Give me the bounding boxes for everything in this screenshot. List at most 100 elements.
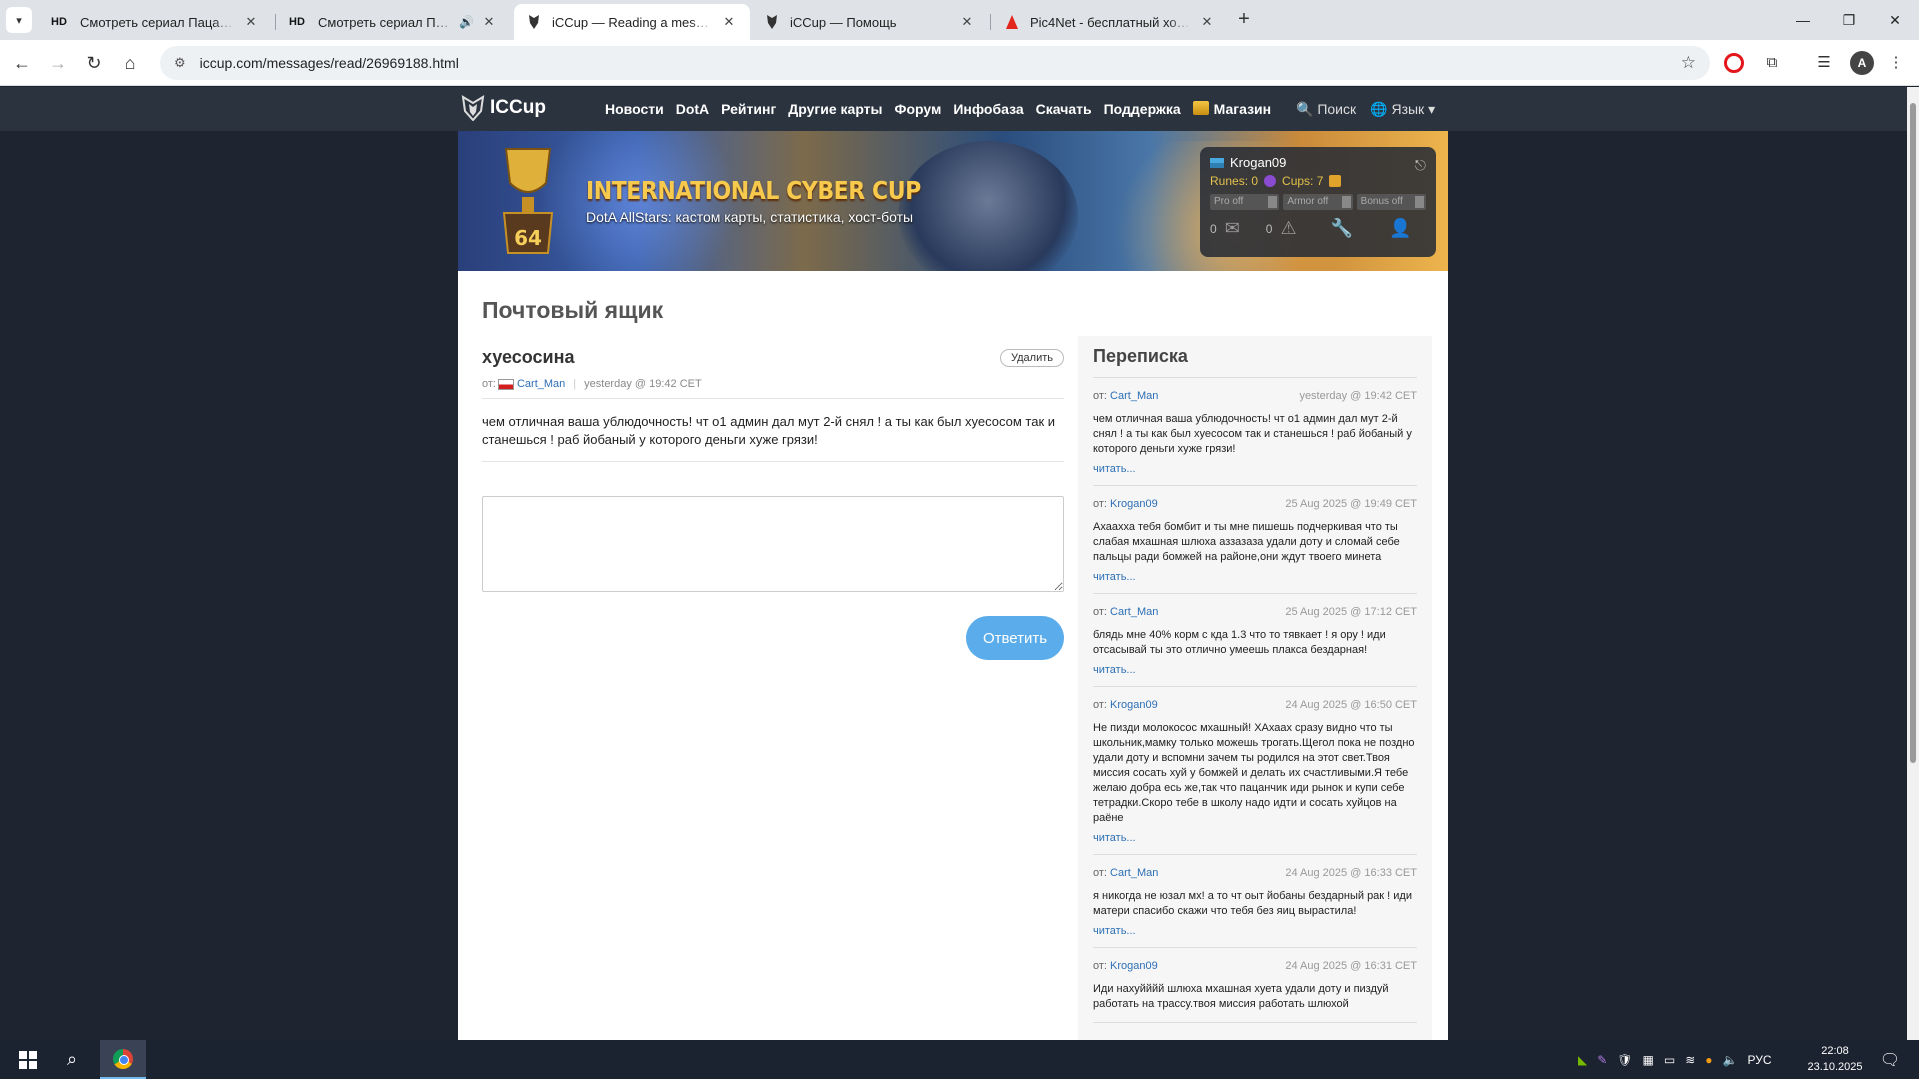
- tab-search-button[interactable]: ▾: [6, 7, 32, 33]
- close-tab-icon[interactable]: ✕: [720, 14, 738, 30]
- address-bar[interactable]: ⚙ iccup.com/messages/read/26969188.html …: [160, 46, 1710, 80]
- browser-tab-active[interactable]: iCCup — Reading a message from ✕: [514, 4, 750, 40]
- nav-download[interactable]: Скачать: [1036, 101, 1092, 117]
- search-label: Поиск: [1317, 100, 1357, 117]
- minimize-icon[interactable]: —: [1780, 6, 1826, 34]
- scrollbar-thumb[interactable]: [1910, 103, 1916, 763]
- wrench-icon[interactable]: 🔧: [1331, 218, 1353, 239]
- nav-infobase[interactable]: Инфобаза: [953, 101, 1023, 117]
- opera-extension-icon[interactable]: [1724, 53, 1744, 73]
- close-tab-icon[interactable]: ✕: [242, 14, 260, 30]
- bonus-toggle[interactable]: Bonus off: [1356, 194, 1426, 210]
- shield-icon[interactable]: 🛡: [1617, 1053, 1632, 1067]
- chrome-taskbar-button[interactable]: [100, 1040, 146, 1079]
- extensions-icon[interactable]: ⧉: [1760, 51, 1784, 75]
- nav-right: 🔍 Поиск 🌐 Язык ▾: [1296, 87, 1435, 131]
- mail-icon[interactable]: ✉: [1225, 218, 1240, 239]
- site-logo[interactable]: ICCup: [460, 95, 546, 121]
- tab-divider: [990, 14, 991, 30]
- notifications-icon[interactable]: 🗨: [1875, 1040, 1905, 1079]
- user-name[interactable]: Krogan09: [1230, 155, 1286, 170]
- tab-title: iCCup — Помощь: [790, 14, 897, 30]
- sender-link[interactable]: Cart_Man: [1110, 867, 1158, 879]
- search-link[interactable]: 🔍 Поиск: [1296, 101, 1356, 118]
- page-scrollbar[interactable]: [1907, 87, 1919, 1040]
- read-more-link[interactable]: читать...: [1093, 832, 1417, 844]
- speaker-icon[interactable]: 🔊: [459, 15, 474, 29]
- user-profile-icon[interactable]: 👤: [1389, 218, 1411, 239]
- sender-link[interactable]: Krogan09: [1110, 960, 1158, 972]
- delete-button[interactable]: Удалить: [1000, 349, 1064, 367]
- windows-start-icon[interactable]: [8, 1040, 48, 1079]
- restore-icon[interactable]: ❐: [1826, 6, 1872, 34]
- read-more-link[interactable]: читать...: [1093, 664, 1417, 676]
- language-dropdown[interactable]: 🌐 Язык ▾: [1370, 101, 1435, 118]
- iccup-favicon-icon: [526, 14, 542, 30]
- nav-forum[interactable]: Форум: [895, 101, 942, 117]
- nav-rating[interactable]: Рейтинг: [721, 101, 776, 117]
- close-window-icon[interactable]: ✕: [1872, 6, 1918, 34]
- browser-tab[interactable]: HD Смотреть сериал Пацаны онлайн ✕: [36, 4, 272, 40]
- browser-tab[interactable]: Pic4Net - бесплатный хостинг ✕: [992, 4, 1228, 40]
- browser-tab[interactable]: HD Смотреть сериал Поколение В 🔊 ✕: [274, 4, 510, 40]
- pen-icon[interactable]: ✎: [1597, 1053, 1607, 1067]
- logout-icon[interactable]: ⎋: [1415, 157, 1426, 174]
- warning-icon[interactable]: ⚠: [1280, 218, 1296, 239]
- battery-icon[interactable]: ▭: [1664, 1053, 1675, 1067]
- update-icon[interactable]: ●: [1705, 1053, 1712, 1067]
- sender-link[interactable]: Cart_Man: [1110, 390, 1158, 402]
- nav-support[interactable]: Поддержка: [1104, 101, 1181, 117]
- reply-button[interactable]: Ответить: [966, 616, 1064, 660]
- pro-toggle[interactable]: Pro off: [1210, 194, 1280, 210]
- home-icon[interactable]: ⌂: [116, 49, 144, 77]
- globe-icon: 🌐: [1370, 100, 1388, 117]
- profile-avatar[interactable]: A: [1850, 51, 1874, 75]
- read-more-link[interactable]: читать...: [1093, 571, 1417, 583]
- url-text: iccup.com/messages/read/26969188.html: [199, 55, 459, 71]
- bookmark-star-icon[interactable]: ☆: [1681, 53, 1696, 73]
- shop-icon: [1192, 101, 1209, 115]
- list-item: от: Krogan09 24 Aug 2025 @ 16:31 CET Иди …: [1093, 948, 1417, 1023]
- chrome-icon: [113, 1048, 133, 1069]
- read-more-link[interactable]: читать...: [1093, 925, 1417, 937]
- close-tab-icon[interactable]: ✕: [480, 14, 498, 30]
- media-control-icon[interactable]: ☰: [1812, 51, 1836, 75]
- nav-shop[interactable]: Магазин: [1192, 101, 1271, 117]
- hd-favicon-icon: HD: [289, 16, 305, 28]
- message-excerpt: блядь мне 40% корм с кда 1.3 что то тявк…: [1093, 629, 1386, 656]
- sender-link[interactable]: Cart_Man: [517, 378, 565, 390]
- sender-link[interactable]: Krogan09: [1110, 699, 1158, 711]
- tab-title: Смотреть сериал Поколение В: [318, 14, 456, 30]
- sender-link[interactable]: Krogan09: [1110, 498, 1158, 510]
- search-icon[interactable]: ⌕: [52, 1040, 92, 1079]
- browser-tab[interactable]: iCCup — Помощь ✕: [752, 4, 988, 40]
- nvidia-icon[interactable]: ◣: [1578, 1053, 1587, 1067]
- volume-icon[interactable]: 🔈: [1723, 1053, 1738, 1067]
- nav-dota[interactable]: DotA: [676, 101, 709, 117]
- nav-other-maps[interactable]: Другие карты: [788, 101, 882, 117]
- menu-dots-icon[interactable]: ⋮: [1884, 51, 1908, 75]
- system-tray: ◣ ✎ 🛡 ▦ ▭ ≋ ● 🔈 РУС: [1578, 1040, 1772, 1079]
- close-tab-icon[interactable]: ✕: [958, 14, 976, 30]
- new-tab-button[interactable]: +: [1232, 8, 1256, 31]
- sender-link[interactable]: Cart_Man: [1110, 606, 1158, 618]
- warning-count: 0: [1265, 221, 1273, 236]
- reply-textarea[interactable]: [482, 496, 1064, 592]
- wifi-icon[interactable]: ≋: [1685, 1053, 1695, 1067]
- reload-icon[interactable]: ↻: [80, 49, 108, 77]
- close-tab-icon[interactable]: ✕: [1198, 14, 1216, 30]
- keyboard-icon[interactable]: ▦: [1643, 1053, 1654, 1067]
- site-settings-icon[interactable]: ⚙: [174, 55, 186, 71]
- site-navbar: ICCup Новости DotA Рейтинг Другие карты …: [0, 87, 1907, 131]
- nav-news[interactable]: Новости: [605, 101, 664, 117]
- back-icon[interactable]: ←: [8, 49, 36, 77]
- input-language[interactable]: РУС: [1747, 1053, 1771, 1067]
- list-item: от: Krogan09 24 Aug 2025 @ 16:50 CET Не п…: [1093, 687, 1417, 855]
- forward-icon[interactable]: →: [44, 49, 72, 77]
- read-more-link[interactable]: читать...: [1093, 463, 1417, 475]
- system-clock[interactable]: 22:08 23.10.2025: [1800, 1043, 1870, 1075]
- message-body: чем отличная ваша ублюдочность! чт о1 ад…: [482, 413, 1064, 462]
- message-date: yesterday @ 19:42 CET: [584, 378, 702, 390]
- message-excerpt: Иди нахуйййй шлюха мхашная хуета удали д…: [1093, 983, 1389, 1010]
- armor-toggle[interactable]: Armor off: [1283, 194, 1353, 210]
